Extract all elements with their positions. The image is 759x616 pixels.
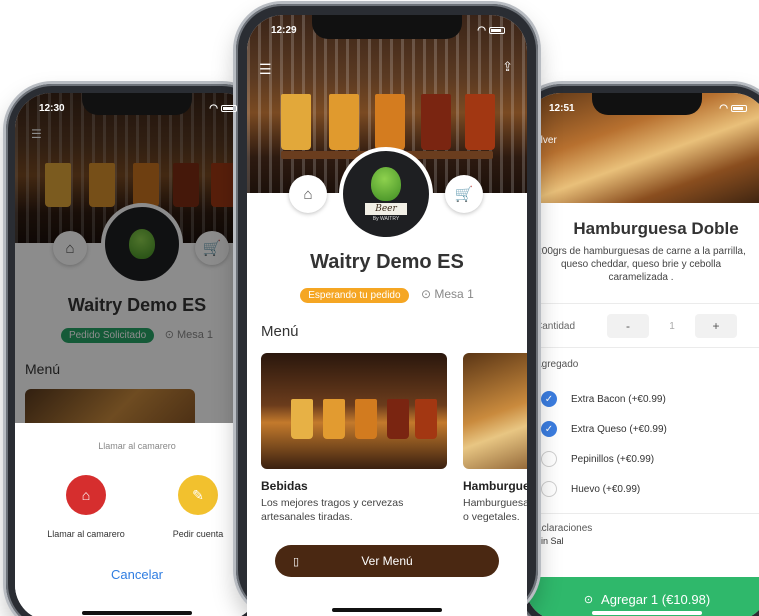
home-indicator xyxy=(82,611,192,615)
notes-input[interactable]: Sin Sal xyxy=(535,536,564,546)
call-waiter-label: Llamar al camarero xyxy=(47,529,125,539)
status-bar: 12:51 ◠ xyxy=(549,101,747,115)
table-label: ⊙ Mesa 1 xyxy=(421,287,474,301)
logo-subtext: By WAITRY xyxy=(372,215,400,222)
notes-title: Aclaraciones xyxy=(535,523,593,534)
receipt-icon: ✎ xyxy=(178,475,218,515)
status-time: 12:51 xyxy=(549,102,575,114)
status-badge: Esperando tu pedido xyxy=(300,288,409,303)
check-circle-icon: ⊙ xyxy=(583,593,594,606)
left-phone: 12:30 ◠ ☰ ⌂ 🛒 Waitry Demo ES Pedido Soli… xyxy=(6,84,268,616)
bell-icon: ⌂ xyxy=(66,475,106,515)
category-image xyxy=(261,353,447,469)
extra-label: Extra Queso (+€0.99) xyxy=(571,423,667,435)
category-description: Hamburguesas de carne o vegetales. xyxy=(463,497,527,523)
divider xyxy=(525,347,759,348)
quantity-row: Cantidad - 1 + xyxy=(525,311,759,341)
call-waiter-action[interactable]: ⌂ Llamar al camarero xyxy=(31,475,141,539)
extra-option-egg[interactable]: Huevo (+€0.99) xyxy=(525,479,759,499)
status-time: 12:29 xyxy=(271,24,297,36)
sheet-title: Llamar al camarero xyxy=(98,441,176,451)
extra-option-bacon[interactable]: ✓ Extra Bacon (+€0.99) xyxy=(525,389,759,409)
status-row: Esperando tu pedido ⊙ Mesa 1 xyxy=(247,285,527,303)
battery-icon xyxy=(731,104,747,112)
home-indicator xyxy=(592,611,702,615)
quantity-label: Cantidad xyxy=(535,320,576,332)
beer-glass-1 xyxy=(281,94,311,151)
category-image xyxy=(463,353,527,469)
category-title: Hamburguesas xyxy=(463,479,527,493)
divider xyxy=(525,513,759,514)
request-bill-label: Pedir cuenta xyxy=(172,529,224,539)
middle-phone: 12:29 ◠ ☰ ⇪ ⌂ 🛒 Beer By WAITRY Waitry De… xyxy=(236,4,538,616)
extra-option-pickles[interactable]: Pepinillos (+€0.99) xyxy=(525,449,759,469)
cancel-button[interactable]: Cancelar xyxy=(15,567,259,582)
divider xyxy=(525,303,759,304)
wifi-icon: ◠ xyxy=(719,102,728,114)
menu-title: Menú xyxy=(261,323,299,340)
beer-glass-1 xyxy=(291,399,313,439)
home-indicator xyxy=(332,608,442,612)
right-screen: 12:51 ◠ Volver Hamburguesa Doble 200grs … xyxy=(525,93,759,616)
extra-label: Pepinillos (+€0.99) xyxy=(571,453,655,465)
restaurant-logo: Beer By WAITRY xyxy=(339,147,433,241)
beer-glass-4 xyxy=(387,399,409,439)
wifi-icon: ◠ xyxy=(209,102,218,114)
status-icons: ◠ xyxy=(477,25,505,36)
restaurant-name: Waitry Demo ES xyxy=(310,251,464,273)
category-card-drinks[interactable]: Bebidas Los mejores tragos y cervezas ar… xyxy=(261,353,447,524)
bell-button[interactable]: ⌂ xyxy=(289,175,327,213)
status-icons: ◠ xyxy=(719,103,747,114)
request-bill-action[interactable]: ✎ Pedir cuenta xyxy=(153,475,243,539)
checkbox-checked-icon: ✓ xyxy=(541,421,557,437)
middle-screen: 12:29 ◠ ☰ ⇪ ⌂ 🛒 Beer By WAITRY Waitry De… xyxy=(247,15,527,616)
share-icon[interactable]: ⇪ xyxy=(502,59,513,75)
modal-overlay[interactable] xyxy=(15,93,259,423)
book-icon: ▯ xyxy=(293,555,300,568)
table-number: Mesa 1 xyxy=(434,287,474,301)
category-title: Bebidas xyxy=(261,479,308,493)
checkbox-checked-icon: ✓ xyxy=(541,391,557,407)
category-card-burgers[interactable]: Hamburguesas Hamburguesas de carne o veg… xyxy=(463,353,527,524)
quantity-plus-button[interactable]: + xyxy=(695,314,737,338)
beer-glass-4 xyxy=(421,94,451,151)
beer-glass-2 xyxy=(323,399,345,439)
quantity-value: 1 xyxy=(669,320,675,332)
product-name: Hamburguesa Doble xyxy=(573,219,739,238)
menu-icon[interactable]: ☰ xyxy=(259,61,272,78)
beer-glass-5 xyxy=(465,94,495,151)
sheet-actions: ⌂ Llamar al camarero ✎ Pedir cuenta xyxy=(15,475,259,539)
category-description: Los mejores tragos y cervezas artesanale… xyxy=(261,497,404,523)
view-menu-label: Ver Menú xyxy=(361,554,413,568)
status-icons: ◠ xyxy=(209,103,237,114)
beer-glass-2 xyxy=(329,94,359,151)
checkbox-empty-icon xyxy=(541,481,557,497)
extras-title: Agregado xyxy=(535,359,579,370)
beer-glass-3 xyxy=(375,94,405,151)
extra-label: Extra Bacon (+€0.99) xyxy=(571,393,666,405)
status-bar: 12:30 ◠ xyxy=(39,101,237,115)
status-time: 12:30 xyxy=(39,102,65,114)
wifi-icon: ◠ xyxy=(477,24,486,36)
action-sheet: Llamar al camarero ⌂ Llamar al camarero … xyxy=(15,423,259,616)
cart-button[interactable]: 🛒 xyxy=(445,175,483,213)
status-bar: 12:29 ◠ xyxy=(271,23,505,37)
beer-glass-3 xyxy=(355,399,377,439)
logo-ribbon: Beer xyxy=(365,202,407,215)
quantity-minus-button[interactable]: - xyxy=(607,314,649,338)
checkbox-empty-icon xyxy=(541,451,557,467)
product-description: 200grs de hamburguesas de carne a la par… xyxy=(536,246,746,283)
left-screen: 12:30 ◠ ☰ ⌂ 🛒 Waitry Demo ES Pedido Soli… xyxy=(15,93,259,616)
beer-glass-5 xyxy=(415,399,437,439)
extra-label: Huevo (+€0.99) xyxy=(571,483,641,495)
hop-icon xyxy=(371,166,401,201)
extra-option-cheese[interactable]: ✓ Extra Queso (+€0.99) xyxy=(525,419,759,439)
right-phone: 12:51 ◠ Volver Hamburguesa Doble 200grs … xyxy=(516,84,759,616)
battery-icon xyxy=(221,104,237,112)
app-showcase: 12:30 ◠ ☰ ⌂ 🛒 Waitry Demo ES Pedido Soli… xyxy=(0,0,759,616)
battery-icon xyxy=(489,26,505,34)
add-button-label: Agregar 1 (€10.98) xyxy=(601,591,711,607)
view-menu-button[interactable]: ▯ Ver Menú xyxy=(275,545,499,577)
